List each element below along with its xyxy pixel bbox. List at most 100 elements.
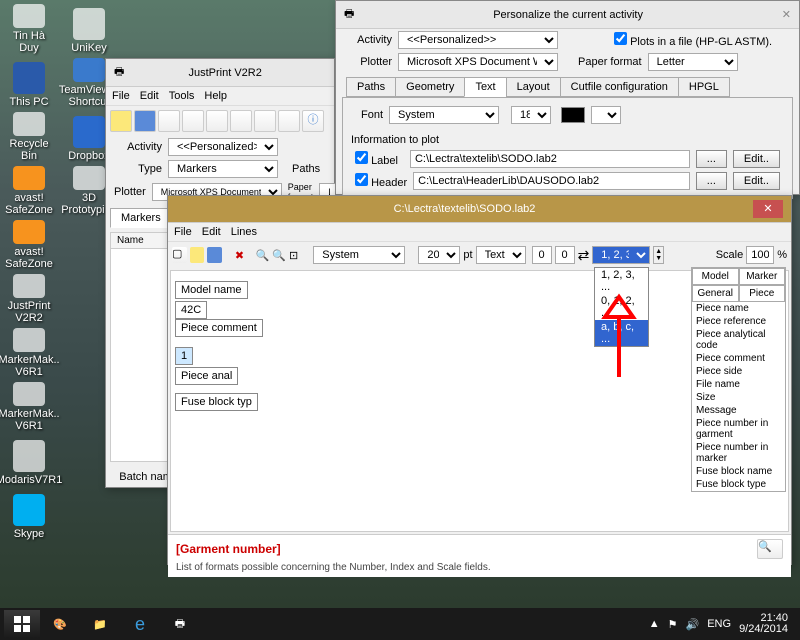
menu-lines[interactable]: Lines (231, 226, 257, 238)
block-fuseblock[interactable]: Fuse block typ (175, 393, 258, 411)
desktop-icon[interactable]: MarkerMak.. V6R1 (4, 382, 54, 432)
label-checkbox[interactable] (355, 151, 368, 164)
browse-button[interactable]: ... (696, 172, 727, 190)
tray-lang[interactable]: ENG (707, 618, 731, 630)
list-item[interactable]: Size (692, 391, 785, 404)
tab-paths[interactable]: Paths (346, 77, 396, 97)
taskbar-app[interactable]: 📁 (80, 610, 120, 638)
tool-print-icon[interactable] (230, 110, 252, 132)
desktop-icon[interactable]: This PC (4, 58, 54, 108)
titlebar[interactable]: 🖶JustPrint V2R2 (106, 59, 334, 87)
taskbar-app[interactable]: 🎨 (40, 610, 80, 638)
save-icon[interactable] (207, 247, 222, 263)
fontsize-select[interactable]: 18 (511, 106, 551, 124)
tab-text[interactable]: Text (464, 77, 506, 97)
num-input[interactable] (532, 246, 552, 264)
fit-icon[interactable]: ⊡ (289, 249, 298, 262)
find-icon[interactable]: 🔍 (256, 249, 270, 262)
list-item[interactable]: Piece name (692, 302, 785, 315)
tool-help-icon[interactable]: ⓘ (302, 110, 324, 132)
block-one[interactable]: 1 (175, 347, 193, 365)
scale-input[interactable] (746, 246, 774, 264)
list-item[interactable]: Piece analytical code (692, 328, 785, 352)
desktop-icon[interactable]: Tin Hà Duy (4, 4, 54, 54)
tool-paste-icon[interactable] (206, 110, 228, 132)
num-input[interactable] (555, 246, 575, 264)
tab-geometry[interactable]: Geometry (395, 77, 465, 97)
activity-select[interactable]: <<Personalized>> (398, 31, 558, 49)
block-modelname[interactable]: Model name (175, 281, 248, 299)
block-piececomment[interactable]: Piece comment (175, 319, 263, 337)
paperfmt-select[interactable]: Letter (648, 53, 738, 71)
desktop-icon[interactable]: JustPrint V2R2 (4, 274, 54, 324)
zoom-icon[interactable]: 🔍 (272, 249, 286, 262)
font-select[interactable]: System (389, 106, 499, 124)
activity-select[interactable]: <<Personalized>> (168, 138, 278, 156)
desktop-icon[interactable]: Skype (4, 490, 54, 540)
list-item[interactable]: Piece side (692, 365, 785, 378)
tool-copy-icon[interactable] (182, 110, 204, 132)
swap-icon[interactable]: ⇄ (578, 247, 590, 264)
color-swatch[interactable] (561, 107, 585, 123)
type-select[interactable]: Markers (168, 160, 278, 178)
desktop-icon[interactable]: Recycle Bin (4, 112, 54, 162)
tool-save-icon[interactable] (134, 110, 156, 132)
type-select[interactable]: Text (476, 246, 526, 264)
arrow-select[interactable]: ↘ (591, 106, 621, 124)
preview-icon[interactable]: 🔍 (757, 539, 783, 559)
menu-tools[interactable]: Tools (169, 90, 195, 102)
list-item[interactable]: Piece number in marker (692, 441, 785, 465)
desktop-icon[interactable]: avast! SafeZone (4, 166, 54, 216)
desktop-icon[interactable]: MarkerMak.. V6R1 (4, 328, 54, 378)
header-path-input[interactable] (413, 172, 690, 190)
tool-preview-icon[interactable] (254, 110, 276, 132)
tab-piece[interactable]: Piece (739, 285, 786, 302)
taskbar-ie-icon[interactable]: e (120, 610, 160, 638)
tray-date[interactable]: 9/24/2014 (739, 624, 788, 635)
titlebar[interactable]: C:\Lectra\textelib\SODO.lab2✕ (168, 196, 791, 223)
list-item[interactable]: Message (692, 404, 785, 417)
new-icon[interactable]: ▢ (172, 247, 187, 263)
menu-help[interactable]: Help (204, 90, 227, 102)
list-item[interactable]: Fuse block name (692, 465, 785, 478)
list-item[interactable]: Piece number in garment (692, 417, 785, 441)
tab-general[interactable]: General (692, 285, 739, 302)
tray-icon[interactable]: 🔊 (686, 618, 700, 631)
menu-edit[interactable]: Edit (202, 226, 221, 238)
tab-marker[interactable]: Marker (739, 268, 786, 285)
delete-icon[interactable]: ✖ (235, 249, 244, 262)
tool-cut-icon[interactable] (158, 110, 180, 132)
list-item[interactable]: Piece reference (692, 315, 785, 328)
list-item[interactable]: Piece comment (692, 352, 785, 365)
editor-canvas[interactable]: Model name 42C Piece comment 1 Piece ana… (170, 270, 789, 532)
plotter-select[interactable]: Microsoft XPS Document Writer (398, 53, 558, 71)
fontsize-select[interactable]: 20 (418, 246, 460, 264)
tab-layout[interactable]: Layout (506, 77, 561, 97)
tray-icon[interactable]: ⚑ (668, 618, 678, 631)
edit-button[interactable]: Edit.. (733, 172, 780, 190)
tool-settings-icon[interactable] (278, 110, 300, 132)
desktop-icon[interactable]: UniKey (64, 4, 114, 54)
list-item[interactable]: File name (692, 378, 785, 391)
edit-button[interactable]: Edit.. (733, 150, 780, 168)
tab-markers[interactable]: Markers (110, 208, 172, 228)
header-checkbox[interactable] (355, 173, 368, 186)
open-icon[interactable] (190, 247, 205, 263)
menu-file[interactable]: File (174, 226, 192, 238)
tray-icon[interactable]: ▲ (649, 618, 660, 630)
block-42c[interactable]: 42C (175, 301, 207, 319)
font-select[interactable]: System (313, 246, 405, 264)
dropdown-item[interactable]: 1, 2, 3, ... (595, 268, 648, 294)
tab-cutfile[interactable]: Cutfile configuration (560, 77, 679, 97)
taskbar-app[interactable]: 🖶 (160, 610, 200, 638)
titlebar[interactable]: 🖶Personalize the current activity✕ (336, 1, 799, 29)
start-button[interactable] (4, 610, 40, 638)
browse-button[interactable]: ... (696, 150, 727, 168)
desktop-icon[interactable]: ModarisV7R1 (4, 436, 54, 486)
close-icon[interactable]: ✕ (782, 8, 791, 21)
label-path-input[interactable] (410, 150, 690, 168)
plots-checkbox[interactable] (614, 32, 627, 45)
block-pieceanal[interactable]: Piece anal (175, 367, 238, 385)
tab-hpgl[interactable]: HPGL (678, 77, 730, 97)
menu-edit[interactable]: Edit (140, 90, 159, 102)
